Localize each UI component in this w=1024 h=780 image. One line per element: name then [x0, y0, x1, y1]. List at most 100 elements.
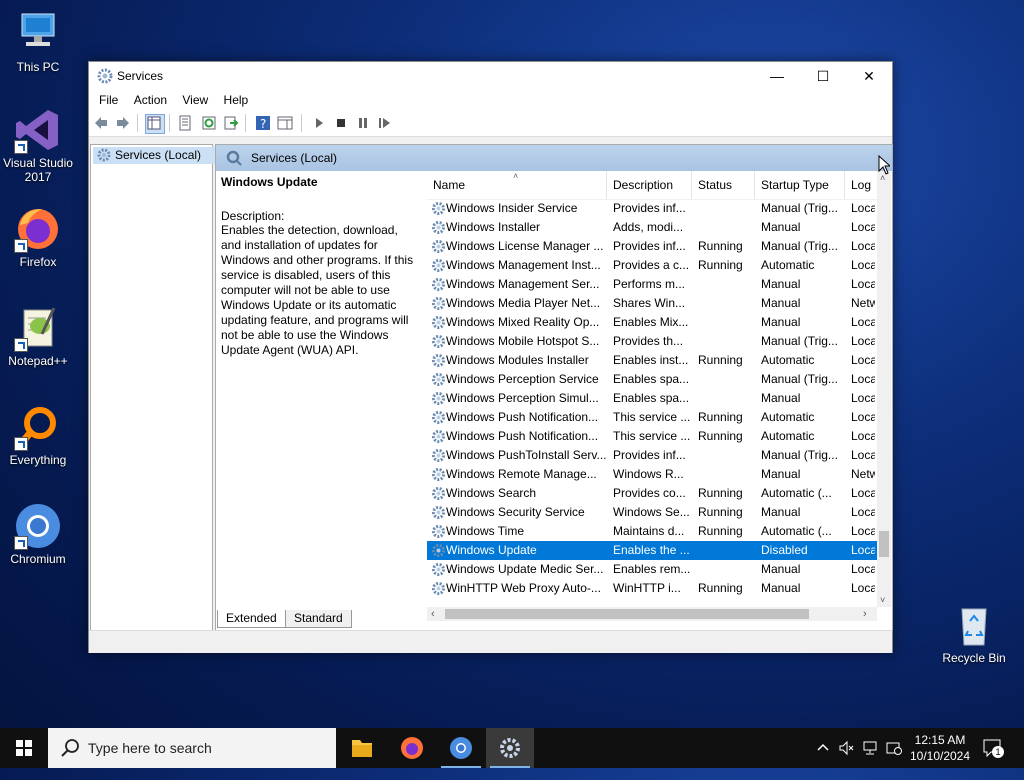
maximize-button[interactable]: ☐	[800, 62, 846, 90]
desktop-icon-label: Firefox	[19, 255, 57, 269]
selected-service-name: Windows Update	[221, 175, 318, 189]
column-header-name[interactable]: Name ˄	[427, 171, 607, 199]
scroll-left-icon[interactable]: ‹	[431, 608, 435, 620]
service-description: Shares Win...	[613, 296, 686, 310]
export-list-icon[interactable]	[223, 115, 239, 131]
pause-service-icon[interactable]	[355, 115, 371, 131]
table-row[interactable]: Windows Push Notification... This service…	[427, 408, 877, 427]
desktop-icon-visual-studio[interactable]: Visual Studio 2017	[0, 106, 76, 184]
column-header-description[interactable]: Description	[607, 171, 692, 199]
restart-service-icon[interactable]	[377, 115, 393, 131]
start-service-icon[interactable]	[311, 115, 327, 131]
show-hidden-icons-chevron-icon[interactable]	[816, 740, 830, 780]
services-gear-icon	[500, 738, 520, 758]
tree-item-services-local[interactable]: Services (Local)	[93, 147, 222, 164]
table-row[interactable]: WinHTTP Web Proxy Auto-... WinHTTP i... Ru…	[427, 579, 877, 598]
service-name: Windows Media Player Net...	[446, 296, 601, 310]
table-row[interactable]: Windows Modules Installer Enables inst...…	[427, 351, 877, 370]
menu-file[interactable]: File	[93, 90, 124, 110]
table-row[interactable]: Windows PushToInstall Serv... Provides in…	[427, 446, 877, 465]
table-row[interactable]: Windows Time Maintains d... Running Automat…	[427, 522, 877, 541]
table-row[interactable]: Windows Update Medic Ser... Enables rem..…	[427, 560, 877, 579]
minimize-button[interactable]: —	[754, 62, 800, 90]
menu-help[interactable]: Help	[218, 90, 255, 110]
service-description: Enables spa...	[613, 372, 690, 386]
service-startup-type: Manual	[761, 315, 801, 329]
chromium-icon	[14, 502, 62, 550]
service-name: Windows Security Service	[446, 505, 585, 519]
scroll-down-icon[interactable]: ˅	[880, 595, 885, 605]
back-arrow-icon[interactable]	[93, 115, 109, 131]
table-row[interactable]: Windows Insider Service Provides inf... Ma…	[427, 199, 877, 218]
forward-arrow-icon[interactable]	[115, 115, 131, 131]
taskbar-firefox[interactable]	[388, 728, 436, 768]
desktop-icon-everything[interactable]: Everything	[0, 403, 76, 467]
table-row[interactable]: Windows License Manager ... Provides inf.…	[427, 237, 877, 256]
service-description: Provides inf...	[613, 201, 686, 215]
notepadpp-icon	[14, 304, 62, 352]
service-name: WinHTTP Web Proxy Auto-...	[446, 581, 601, 595]
notifications-icon[interactable]: 1	[982, 738, 1004, 778]
column-header-status[interactable]: Status	[692, 171, 755, 199]
service-log-on-as: Loca	[851, 429, 875, 443]
column-header-startup-type[interactable]: Startup Type	[755, 171, 845, 199]
show-console-tree-icon[interactable]	[145, 114, 165, 134]
services-window: Services — ☐ ✕ File Action View Help ? S…	[88, 61, 893, 653]
vertical-scroll-thumb[interactable]	[879, 531, 889, 557]
description-label: Description:	[221, 209, 285, 223]
table-row[interactable]: Windows Media Player Net... Shares Win...…	[427, 294, 877, 313]
table-row[interactable]: Windows Mobile Hotspot S... Provides th..…	[427, 332, 877, 351]
taskbar-services[interactable]	[486, 728, 534, 768]
column-header-log-on-as[interactable]: Log	[845, 171, 877, 199]
action-center-clock-icon[interactable]	[886, 740, 902, 780]
service-log-on-as: Loca	[851, 543, 875, 557]
table-row[interactable]: Windows Search Provides co... Running Autom…	[427, 484, 877, 503]
tab-standard[interactable]: Standard	[285, 610, 352, 628]
table-row[interactable]: Windows Push Notification... This service…	[427, 427, 877, 446]
description-panel: Windows Update Description: Enables the …	[221, 175, 421, 358]
tab-extended[interactable]: Extended	[217, 610, 286, 628]
services-pane: Services (Local) Windows Update Descript…	[215, 144, 893, 631]
service-name: Windows Insider Service	[446, 201, 578, 215]
table-row[interactable]: Windows Remote Manage... Windows R... Manu…	[427, 465, 877, 484]
network-icon[interactable]	[862, 740, 878, 780]
table-row-selected[interactable]: Windows Update Enables the ... Disabled Loc…	[427, 541, 877, 560]
vertical-scrollbar[interactable]: ˄ ˅	[877, 171, 891, 607]
table-row[interactable]: Windows Installer Adds, modi... Manual Loca	[427, 218, 877, 237]
desktop-icon-chromium[interactable]: Chromium	[0, 502, 76, 566]
service-log-on-as: Loca	[851, 448, 875, 462]
menu-view[interactable]: View	[176, 90, 214, 110]
start-button[interactable]	[0, 728, 48, 768]
properties-icon[interactable]	[177, 115, 193, 131]
taskbar-search-box[interactable]: Type here to search	[48, 728, 336, 768]
desktop-icon-notepadpp[interactable]: Notepad++	[0, 304, 76, 368]
table-row[interactable]: Windows Mixed Reality Op... Enables Mix..…	[427, 313, 877, 332]
table-row[interactable]: Windows Management Inst... Provides a c..…	[427, 256, 877, 275]
table-row[interactable]: Windows Perception Service Enables spa...…	[427, 370, 877, 389]
horizontal-scroll-thumb[interactable]	[445, 609, 809, 619]
table-row[interactable]: Windows Security Service Windows Se... Run…	[427, 503, 877, 522]
desktop-icon-recycle-bin[interactable]: Recycle Bin	[936, 601, 1012, 665]
desktop-icon-firefox[interactable]: Firefox	[0, 205, 76, 269]
service-status: Running	[698, 581, 743, 595]
title-bar[interactable]: Services — ☐ ✕	[89, 62, 892, 90]
help-icon[interactable]: ?	[255, 115, 271, 131]
menu-action[interactable]: Action	[128, 90, 173, 110]
close-button[interactable]: ✕	[846, 62, 892, 90]
taskbar-chromium[interactable]	[437, 728, 485, 768]
system-clock[interactable]: 12:15 AM 10/10/2024	[904, 732, 976, 764]
clock-time: 12:15 AM	[914, 733, 966, 747]
sort-ascending-icon: ˄	[513, 171, 519, 181]
service-log-on-as: Loca	[851, 315, 875, 329]
desktop-icon-this-pc[interactable]: This PC	[0, 10, 76, 74]
scroll-right-icon[interactable]: ›	[863, 608, 867, 620]
stop-service-icon[interactable]	[333, 115, 349, 131]
service-name: Windows Remote Manage...	[446, 467, 597, 481]
table-row[interactable]: Windows Management Ser... Performs m... Ma…	[427, 275, 877, 294]
show-action-pane-icon[interactable]	[277, 115, 293, 131]
table-row[interactable]: Windows Perception Simul... Enables spa..…	[427, 389, 877, 408]
horizontal-scrollbar[interactable]: ‹ ›	[427, 607, 877, 621]
refresh-icon[interactable]	[201, 115, 217, 131]
taskbar-file-explorer[interactable]	[338, 728, 386, 768]
volume-muted-icon[interactable]	[838, 740, 854, 780]
